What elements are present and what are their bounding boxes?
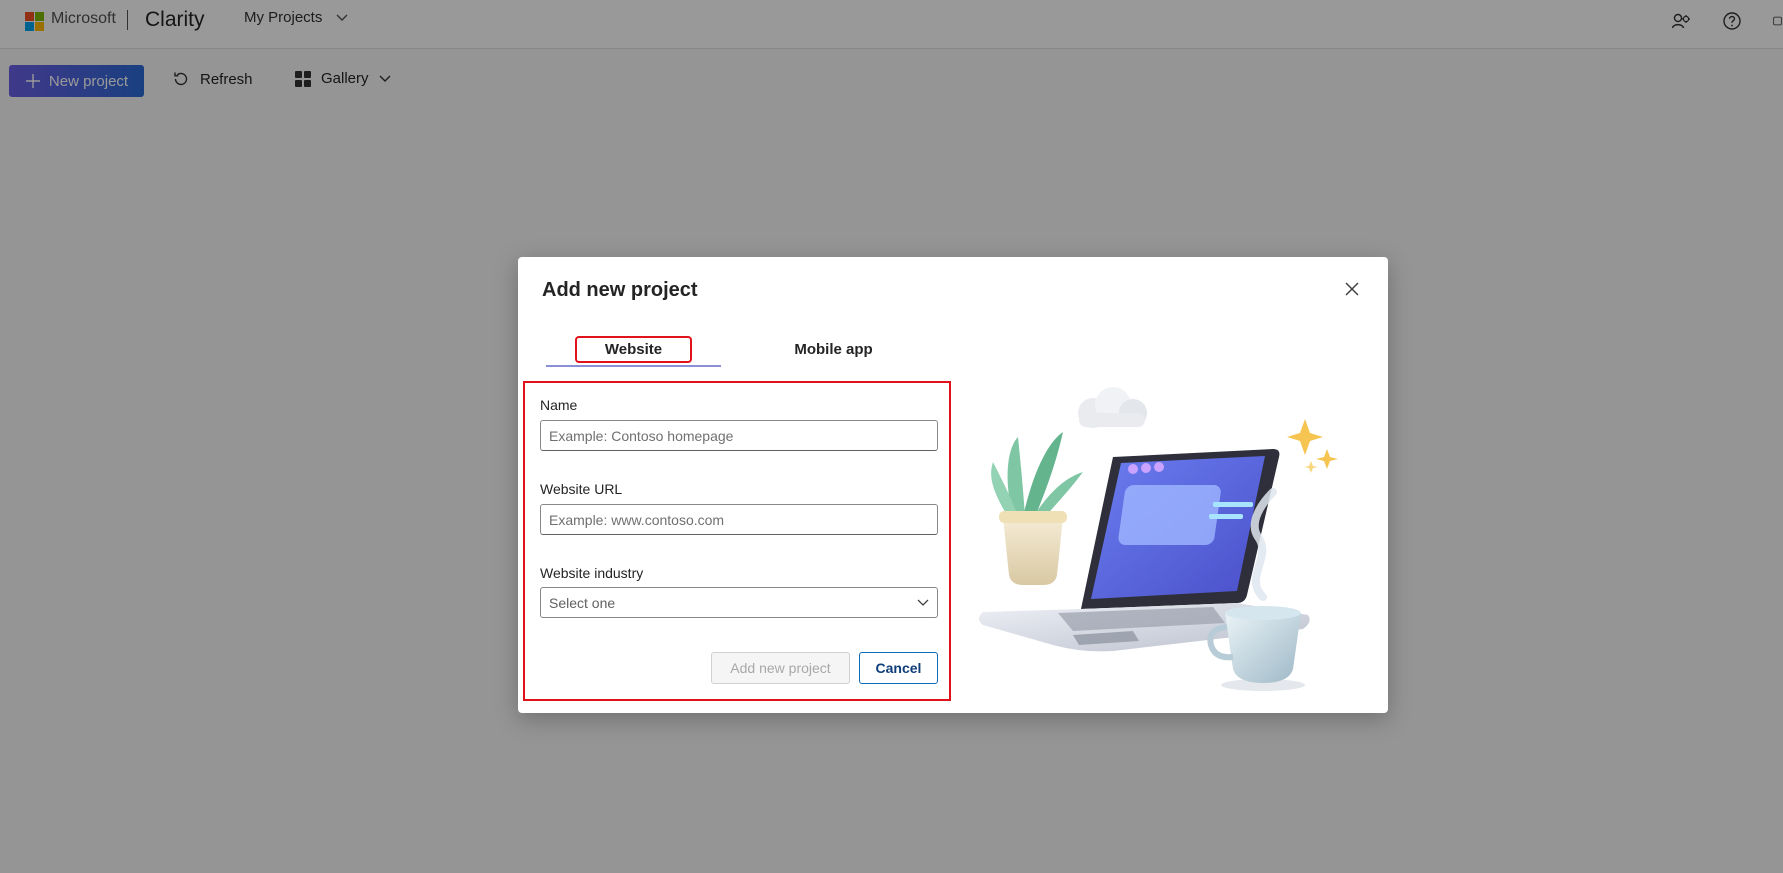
sparkle-icon bbox=[1287, 419, 1338, 473]
laptop-illustration bbox=[979, 387, 1338, 691]
add-new-project-button[interactable]: Add new project bbox=[711, 652, 850, 684]
chevron-down-icon bbox=[917, 599, 929, 606]
tab-website[interactable]: Website bbox=[546, 333, 721, 367]
close-icon[interactable] bbox=[1340, 277, 1364, 301]
name-label: Name bbox=[540, 397, 578, 413]
tab-mobile-app-label: Mobile app bbox=[794, 340, 873, 358]
website-industry-select[interactable]: Select one bbox=[540, 587, 938, 618]
website-industry-value: Select one bbox=[549, 594, 616, 611]
tab-website-label: Website bbox=[574, 335, 693, 363]
tab-mobile-app[interactable]: Mobile app bbox=[746, 333, 921, 365]
dialog-title: Add new project bbox=[542, 279, 698, 301]
cloud-icon bbox=[1078, 387, 1147, 428]
plant-icon bbox=[991, 432, 1083, 585]
name-input[interactable] bbox=[540, 420, 938, 451]
website-url-label: Website URL bbox=[540, 481, 623, 497]
website-url-input[interactable] bbox=[540, 504, 938, 535]
cancel-button[interactable]: Cancel bbox=[859, 652, 938, 684]
add-project-dialog: Add new project Website Mobile app Name … bbox=[518, 257, 1388, 713]
website-industry-label: Website industry bbox=[540, 565, 644, 581]
website-form: Name Website URL Website industry Select… bbox=[523, 381, 951, 701]
project-type-tabs: Website Mobile app bbox=[546, 333, 946, 367]
